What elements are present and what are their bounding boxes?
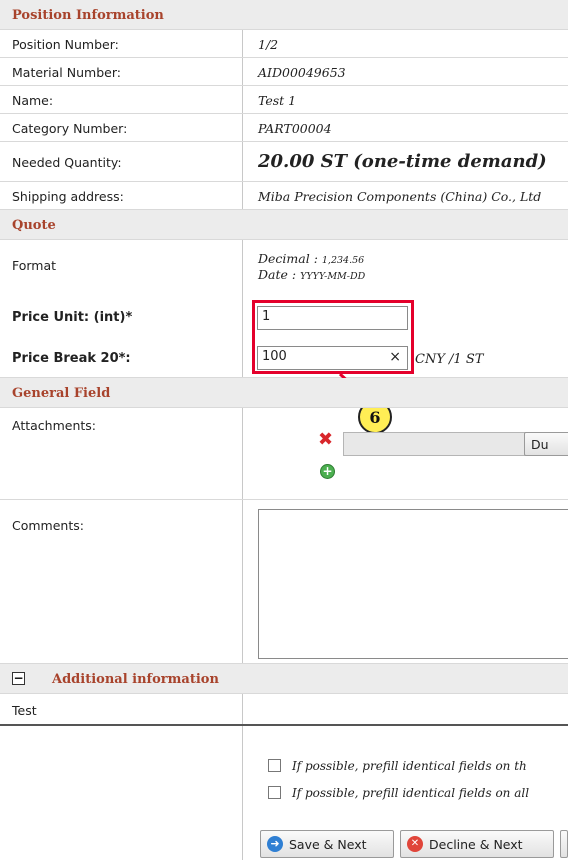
- prefill-same-checkbox[interactable]: [268, 759, 281, 772]
- field-row-test: Test: [0, 694, 568, 726]
- save-next-button[interactable]: ➜ Save & Next: [260, 830, 394, 858]
- add-attachment-icon[interactable]: +: [320, 464, 335, 479]
- decline-next-button[interactable]: ✕ Decline & Next: [400, 830, 554, 858]
- field-label: Attachments:: [12, 418, 97, 433]
- decline-next-label: Decline & Next: [429, 836, 523, 852]
- decline-icon: ✕: [407, 836, 423, 852]
- save-icon: ➜: [267, 836, 283, 852]
- section-general-field: General Field: [0, 378, 568, 408]
- more-button-partial[interactable]: [560, 830, 568, 858]
- prefill-all-label: If possible, prefill identical fields on…: [292, 786, 530, 800]
- field-label: Test: [12, 703, 37, 718]
- prefill-all-checkbox[interactable]: [268, 786, 281, 799]
- browse-button[interactable]: Du: [524, 432, 568, 456]
- prefill-same-label: If possible, prefill identical fields on…: [292, 759, 527, 773]
- section-title: Additional information: [52, 672, 219, 687]
- remove-attachment-icon[interactable]: ✖: [318, 429, 333, 450]
- collapse-toggle-icon[interactable]: −: [12, 672, 25, 685]
- field-label: Comments:: [12, 518, 84, 533]
- save-next-label: Save & Next: [289, 836, 367, 852]
- comments-textarea[interactable]: [258, 509, 568, 659]
- section-title: General Field: [12, 386, 111, 401]
- section-additional-information: − Additional information: [0, 664, 568, 694]
